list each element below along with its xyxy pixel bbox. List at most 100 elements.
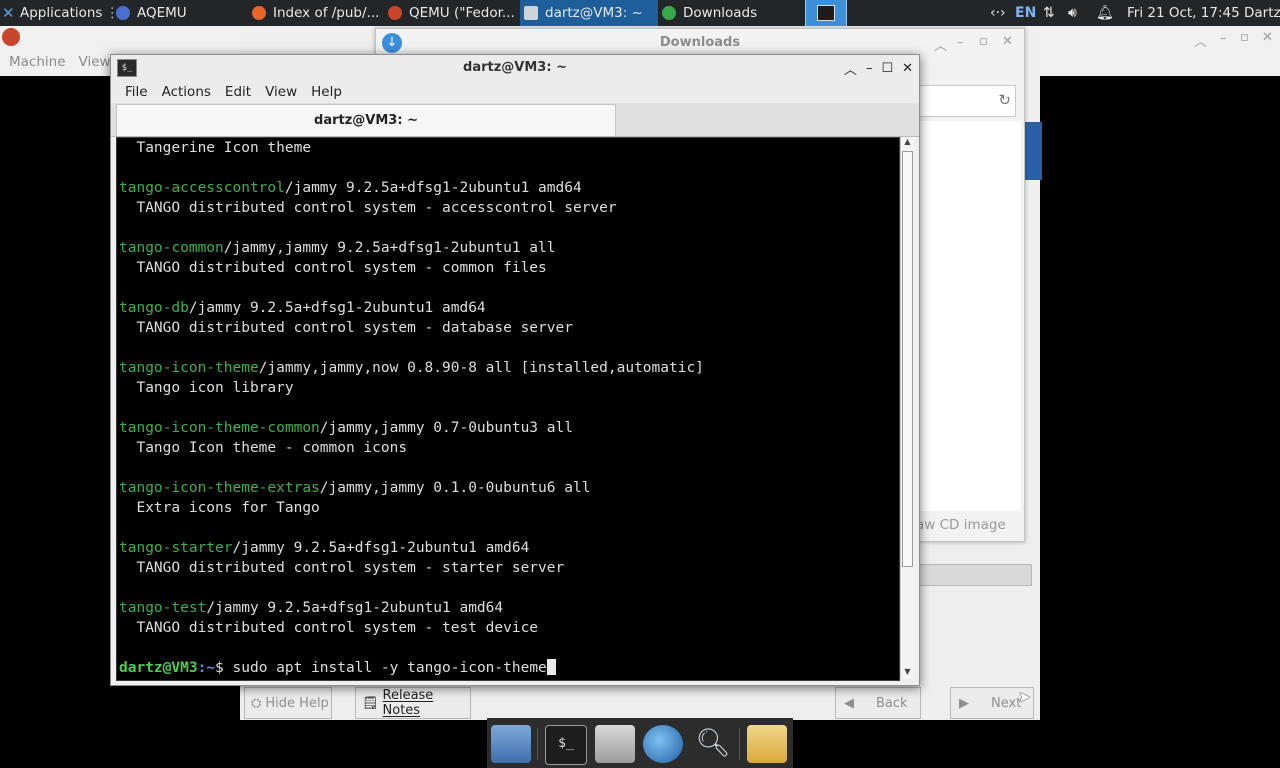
terminal-icon[interactable]: $_ xyxy=(545,725,587,765)
maximize-button[interactable]: ☐ xyxy=(881,61,893,76)
home-folder-icon[interactable] xyxy=(595,725,635,763)
downloads-content-area xyxy=(916,121,1021,511)
aqemu-minimize-button[interactable]: ︿ xyxy=(1194,31,1207,50)
downloads-address-field[interactable]: ↻ xyxy=(916,85,1016,117)
back-button[interactable]: ◀ Back xyxy=(835,687,921,719)
show-desktop-button[interactable] xyxy=(805,0,847,26)
clock[interactable]: Fri 21 Oct, 17:45 xyxy=(1127,0,1240,26)
aqemu-menubar: Machine View xyxy=(0,48,115,76)
line-text: Tangerine Icon theme xyxy=(119,140,312,156)
menu-edit[interactable]: Edit xyxy=(225,84,251,100)
sidebar-accent xyxy=(1022,122,1042,180)
close-button[interactable]: ✕ xyxy=(902,61,913,76)
aqemu-logo-icon xyxy=(2,28,20,46)
file-manager-icon[interactable] xyxy=(491,725,531,763)
package-name: tango-icon-theme-common xyxy=(119,420,320,436)
scroll-up-icon[interactable]: ▲ xyxy=(901,137,914,149)
web-browser-icon[interactable] xyxy=(643,725,683,763)
transfer-icon[interactable]: ⇅ xyxy=(1043,0,1055,26)
terminal-line: TANGO distributed control system - test … xyxy=(119,618,538,638)
line-text: /jammy 9.2.5a+dfsg1-2ubuntu1 amd64 xyxy=(206,600,504,616)
terminal-tab[interactable]: dartz@VM3: ~ xyxy=(116,104,616,136)
prompt-path: :~ xyxy=(197,660,216,676)
keyboard-layout-indicator[interactable]: EN xyxy=(1015,0,1036,26)
line-text: /jammy,jammy 0.7-0ubuntu3 all xyxy=(319,420,573,436)
minimize-button[interactable]: – xyxy=(866,61,873,76)
downloads-close-button[interactable]: ✕ xyxy=(1002,34,1013,49)
release-notes-button[interactable]: 🗒︎ Release Notes xyxy=(355,687,471,719)
notification-bell-icon[interactable]: 🔔︎ xyxy=(1096,0,1114,26)
downloads-icon xyxy=(662,6,676,20)
volume-icon[interactable]: 🔊︎ xyxy=(1068,0,1077,26)
terminal-titlebar[interactable]: $_ dartz@VM3: ~ ︿ – ☐ ✕ xyxy=(111,55,919,81)
top-panel: ✕ Applications ⋮ AQEMU Index of /pub/... … xyxy=(0,0,1280,26)
menu-view[interactable]: View xyxy=(265,84,297,100)
downloads-minimize-button[interactable]: – xyxy=(957,35,964,50)
terminal-line: tango-test/jammy 9.2.5a+dfsg1-2ubuntu1 a… xyxy=(119,598,503,618)
task-qemu[interactable]: QEMU ("Fedor... xyxy=(384,0,520,26)
user-menu[interactable]: Dartz xyxy=(1244,0,1280,26)
line-text: Extra icons for Tango xyxy=(119,500,320,516)
task-downloads[interactable]: Downloads xyxy=(658,0,802,26)
firefox-icon xyxy=(252,6,266,20)
line-text: /jammy 9.2.5a+dfsg1-2ubuntu1 amd64 xyxy=(188,300,486,316)
folder-icon[interactable] xyxy=(747,725,787,763)
shade-button[interactable]: ︿ xyxy=(844,59,857,78)
terminal-line: tango-icon-theme-common/jammy,jammy 0.7-… xyxy=(119,418,573,438)
downloads-maximize-button[interactable]: ▫ xyxy=(979,34,988,49)
line-text: /jammy,jammy 9.2.5a+dfsg1-2ubuntu1 all xyxy=(223,240,556,256)
prompt-user: dartz@VM3 xyxy=(119,660,198,676)
terminal-icon xyxy=(817,5,835,21)
terminal-line: tango-icon-theme-extras/jammy,jammy 0.1.… xyxy=(119,478,590,498)
progress-bar xyxy=(910,564,1032,586)
menu-view[interactable]: View xyxy=(79,54,111,70)
line-text: Tango Icon theme - common icons xyxy=(119,440,408,456)
prompt-symbol: $ xyxy=(215,660,224,676)
line-text: TANGO distributed control system - test … xyxy=(119,620,539,636)
raw-cd-image-label: aw CD image xyxy=(916,517,1006,533)
terminal-line: tango-db/jammy 9.2.5a+dfsg1-2ubuntu1 amd… xyxy=(119,298,486,318)
package-name: tango-icon-theme xyxy=(119,360,259,376)
prompt-line[interactable]: dartz@VM3:~$ sudo apt install -y tango-i… xyxy=(119,658,556,678)
terminal-line: TANGO distributed control system - start… xyxy=(119,558,564,578)
terminal-line: Extra icons for Tango xyxy=(119,498,320,518)
terminal-line: TANGO distributed control system - commo… xyxy=(119,258,547,278)
scroll-down-icon[interactable]: ▼ xyxy=(901,667,914,679)
menu-actions[interactable]: Actions xyxy=(162,84,211,100)
line-text: TANGO distributed control system - commo… xyxy=(119,260,547,276)
terminal-icon xyxy=(524,6,538,20)
terminal-line: Tangerine Icon theme xyxy=(119,138,311,158)
aqemu-icon xyxy=(116,6,130,20)
terminal-menubar: File Actions Edit View Help xyxy=(111,81,919,103)
bottom-dock: $_ 🔍︎ xyxy=(487,718,793,768)
hide-help-button[interactable]: ⛭ Hide Help xyxy=(244,687,332,719)
reload-icon[interactable]: ↻ xyxy=(998,91,1011,109)
menu-help[interactable]: Help xyxy=(311,84,342,100)
line-text: /jammy 9.2.5a+dfsg1-2ubuntu1 amd64 xyxy=(284,180,582,196)
package-name: tango-starter xyxy=(119,540,233,556)
task-firefox[interactable]: Index of /pub/... xyxy=(248,0,384,26)
terminal-line: tango-accesscontrol/jammy 9.2.5a+dfsg1-2… xyxy=(119,178,582,198)
menu-file[interactable]: File xyxy=(125,84,148,100)
aqemu-minimize-button-2[interactable]: – xyxy=(1220,31,1227,46)
package-name: tango-common xyxy=(119,240,224,256)
search-icon[interactable]: 🔍︎ xyxy=(693,725,733,763)
menu-machine[interactable]: Machine xyxy=(9,54,66,70)
task-aqemu[interactable]: AQEMU xyxy=(112,0,244,26)
terminal-line: tango-icon-theme/jammy,jammy,now 0.8.90-… xyxy=(119,358,704,378)
aqemu-maximize-button[interactable]: ▫ xyxy=(1240,30,1249,45)
scrollbar-thumb[interactable] xyxy=(902,151,913,567)
network-icon[interactable]: ‹·› xyxy=(990,0,1006,26)
terminal-line: TANGO distributed control system - acces… xyxy=(119,198,617,218)
terminal-window: $_ dartz@VM3: ~ ︿ – ☐ ✕ File Actions Edi… xyxy=(110,54,920,686)
line-text: TANGO distributed control system - acces… xyxy=(119,200,617,216)
downloads-shade-button[interactable]: ︿ xyxy=(934,35,947,54)
downloads-title: Downloads xyxy=(659,35,741,50)
line-text: TANGO distributed control system - datab… xyxy=(119,320,573,336)
terminal-output[interactable]: Tangerine Icon theme tango-accesscontrol/… xyxy=(116,137,900,681)
aqemu-close-button[interactable]: ✕ xyxy=(1262,30,1273,45)
package-name: tango-icon-theme-extras xyxy=(119,480,320,496)
applications-menu-button[interactable]: ✕ Applications ⋮ xyxy=(2,0,119,26)
task-terminal[interactable]: dartz@VM3: ~ xyxy=(520,0,658,26)
terminal-scrollbar[interactable]: ▲ ▼ xyxy=(900,137,914,679)
